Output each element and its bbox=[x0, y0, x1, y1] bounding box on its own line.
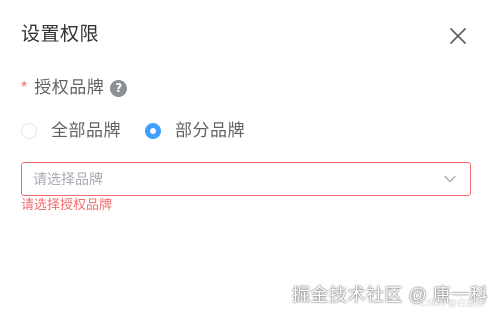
required-mark: * bbox=[21, 79, 28, 96]
brand-select[interactable]: 请选择品牌 bbox=[21, 162, 471, 196]
chevron-down-icon[interactable] bbox=[441, 170, 459, 188]
radio-all-brands-label[interactable]: 全部品牌 bbox=[51, 119, 121, 143]
brand-select-error: 请选择授权品牌 bbox=[21, 197, 113, 212]
radio-partial-brands-label[interactable]: 部分品牌 bbox=[175, 119, 245, 143]
question-circle-icon[interactable]: ? bbox=[110, 79, 128, 97]
permission-dialog: 设置权限 * 授权品牌 ? 全部品牌 部分品牌 请选择品牌 请选择授权品牌 掘金… bbox=[0, 0, 491, 315]
watermark-small-text: CSDN @白素熊 bbox=[420, 298, 485, 308]
brand-scope-radio-group: 全部品牌 部分品牌 bbox=[21, 119, 269, 143]
brand-select-placeholder: 请选择品牌 bbox=[33, 171, 103, 187]
authorized-brand-label-row: * 授权品牌 ? bbox=[21, 76, 128, 100]
radio-all-brands-circle[interactable] bbox=[21, 123, 37, 139]
radio-partial-brands-circle[interactable] bbox=[145, 123, 161, 139]
close-button[interactable] bbox=[446, 24, 470, 48]
dialog-title: 设置权限 bbox=[21, 24, 100, 45]
radio-all-brands[interactable]: 全部品牌 bbox=[21, 119, 121, 143]
authorized-brand-label: 授权品牌 bbox=[34, 78, 105, 97]
radio-partial-brands[interactable]: 部分品牌 bbox=[145, 119, 245, 143]
close-icon bbox=[450, 28, 466, 44]
